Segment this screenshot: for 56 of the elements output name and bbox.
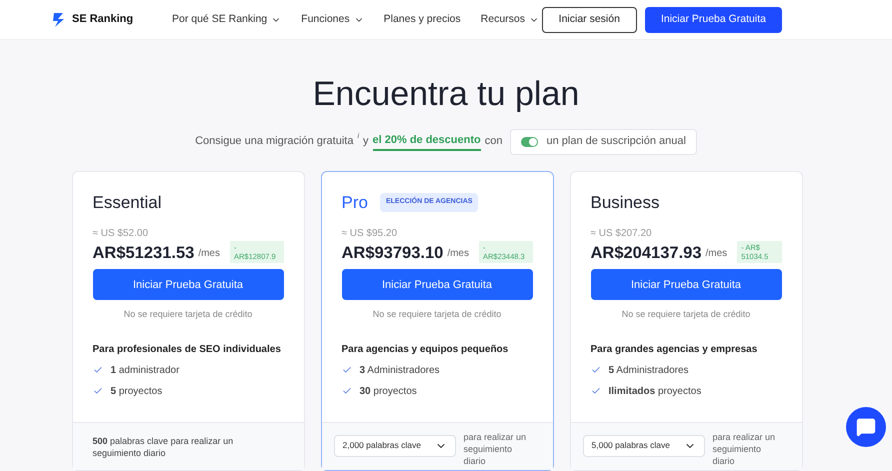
usd-price: ≈ US $207.20 [590,226,653,240]
nav-link[interactable]: Recursos [480,12,540,28]
usd-price: ≈ US $52.00 [92,226,150,240]
plan-name: Pro [342,192,368,214]
plan-name: Essential [92,192,162,214]
page-heading: Encuentra tu plan [312,74,580,115]
trial-button[interactable]: Iniciar Prueba Gratuita [644,6,782,32]
feature-text: 30 proyectos [360,384,417,399]
plan-price: AR$204137.93 [590,242,702,264]
keywords-select[interactable]: 2,000 palabras clave [334,434,456,456]
plan-audience: Para profesionales de SEO individuales [92,342,282,357]
check-icon [92,386,102,396]
chat-button[interactable] [846,407,886,447]
check-icon [342,365,352,376]
feature-text: 5 Administradores [608,364,689,378]
feature-text: 3 Administradores [360,364,440,378]
check-icon [92,365,102,376]
nav-link[interactable]: Funciones [301,12,364,28]
usd-price: ≈ US $95.20 [342,226,398,240]
plan-price: AR$51231.53 [92,242,194,264]
offer-text: Consigue una migración gratuita [195,134,354,150]
no-card-note: No se requiere tarjeta de crédito [620,308,752,322]
no-card-note: No se requiere tarjeta de crédito [122,308,254,322]
check-icon [342,386,352,396]
offer-text: y [363,134,369,150]
trial-button[interactable]: Iniciar Prueba Gratuita [92,269,284,300]
feature-text: Ilimitados proyectos [608,384,702,399]
logo-text: SE Ranking [72,12,134,28]
trial-button[interactable]: Iniciar Prueba Gratuita [342,269,532,300]
price-period: /mes [447,247,469,262]
check-icon [590,386,600,396]
logo-icon [52,12,66,28]
nav-link[interactable]: Por qué SE Ranking [172,12,282,28]
price-period: /mes [198,247,220,262]
trial-button[interactable]: Iniciar Prueba Gratuita [590,269,782,300]
keywords-text: para realizar un seguimiento diario [712,430,776,468]
keywords-text: 500 palabras clave para realizar un seguimiento diario [92,434,234,460]
chat-icon [856,417,876,437]
toggle-label: un plan de suscripción anual [546,134,686,150]
plan-audience: Para agencias y equipos pequeños [342,342,510,357]
keywords-text: para realizar un seguimiento diario [464,430,528,468]
offer-text: con [484,134,502,150]
price-period: /mes [706,247,728,262]
feature-text: 5 proyectos [110,384,162,399]
nav-link[interactable]: Planes y precios [384,12,461,28]
plan-price: AR$93793.10 [342,242,444,264]
discount-highlight: el 20% de descuento [372,132,481,152]
feature-text: 1 administrador [110,364,180,378]
keywords-select[interactable]: 5,000 palabras clave [582,434,704,456]
plan-name: Business [590,192,660,214]
login-button[interactable]: Iniciar sesión [542,6,637,32]
plan-audience: Para grandes agencias y empresas [590,342,758,357]
annual-toggle-box[interactable]: un plan de suscripción anual [510,128,697,154]
toggle-switch[interactable] [521,136,538,146]
check-icon [590,365,600,376]
no-card-note: No se requiere tarjeta de crédito [372,308,502,322]
